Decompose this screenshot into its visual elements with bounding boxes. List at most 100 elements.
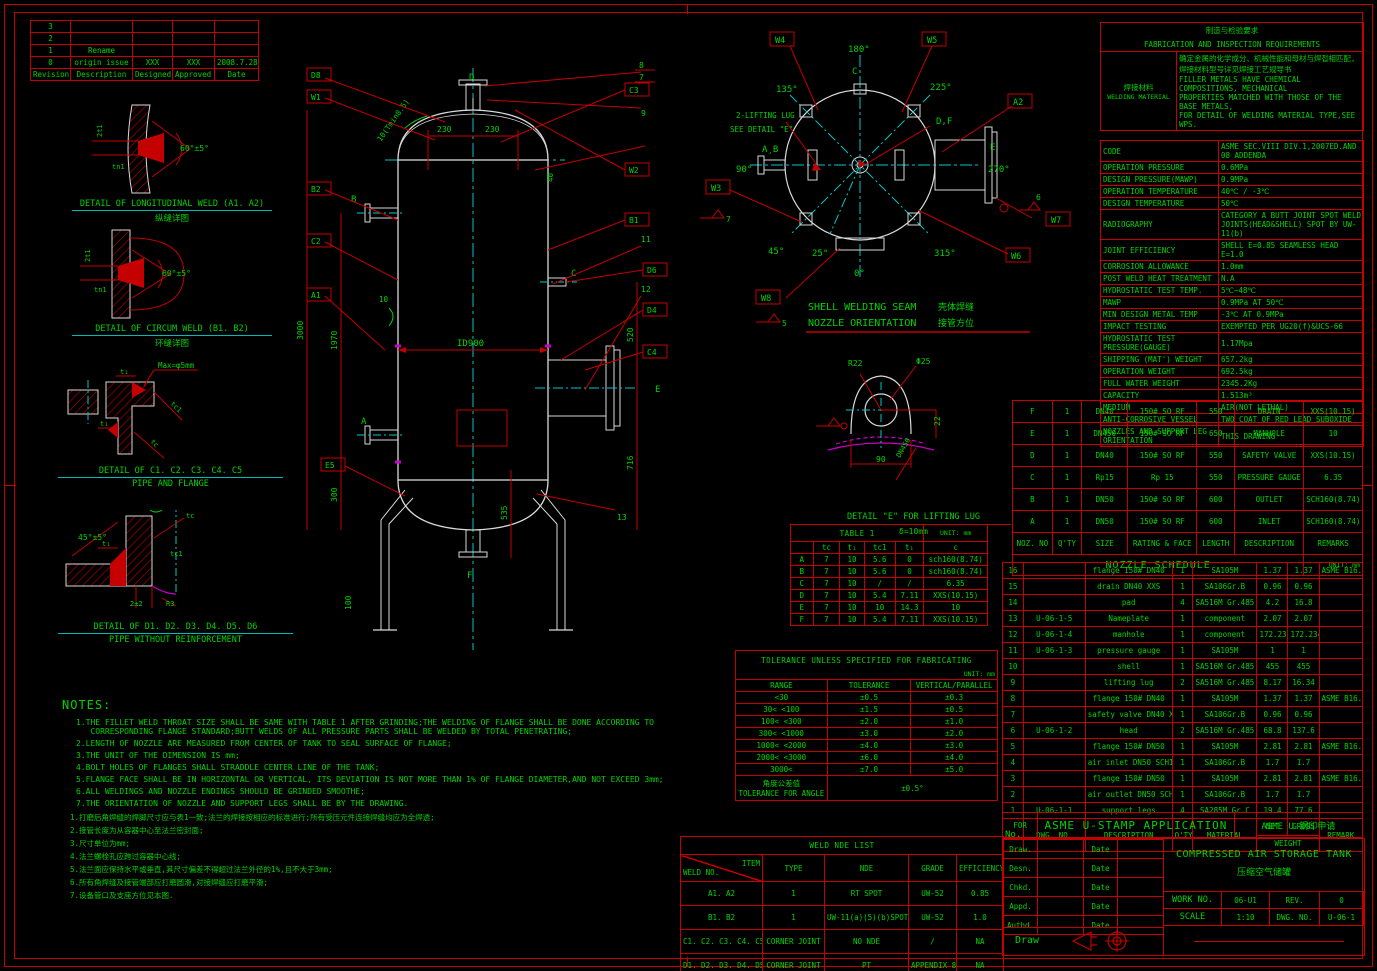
table-cell: 1 bbox=[1257, 643, 1288, 659]
table-cell bbox=[1023, 563, 1085, 579]
table-cell: B1. B2 bbox=[681, 906, 763, 930]
table-cell: drain DN40 XXS bbox=[1085, 579, 1172, 595]
table-cell bbox=[1319, 675, 1362, 691]
box-label: W1 bbox=[311, 93, 321, 102]
angle-45: 45° bbox=[768, 247, 784, 257]
table-cell: 0.9MPa AT 50℃ bbox=[1219, 297, 1364, 309]
table-cell: safety valve DN40 XXS bbox=[1085, 707, 1172, 723]
table-cell: 150# SO RF bbox=[1128, 445, 1197, 467]
table-cell: INLET bbox=[1235, 511, 1304, 533]
angle-25: 25° bbox=[812, 249, 828, 259]
detail-longitudinal-weld-figure: 60°±5° 2t1 tn1 bbox=[72, 103, 272, 195]
rev-label: REV. bbox=[1270, 892, 1320, 909]
table-cell bbox=[791, 542, 814, 554]
table-cell: 30< <100 bbox=[736, 704, 828, 716]
table-cell: 10 bbox=[840, 614, 865, 626]
title-block-footer bbox=[1163, 926, 1363, 956]
dim-535: 535 bbox=[500, 505, 509, 520]
hole-dia-label: Φ25 bbox=[916, 357, 931, 366]
pos-df: D,F bbox=[936, 117, 952, 127]
table-cell: 1.37 bbox=[1288, 563, 1319, 579]
sign-empty-cell bbox=[1038, 859, 1084, 878]
table-cell: XXX bbox=[173, 57, 215, 69]
frame-tick bbox=[4, 485, 16, 486]
sign-empty-cell bbox=[1038, 840, 1084, 859]
table-cell: 10 bbox=[840, 590, 865, 602]
table-cell: C1. C2. C3. C4. C5 bbox=[681, 930, 763, 954]
table-cell: MIN DESIGN METAL TEMP bbox=[1101, 309, 1219, 321]
table-cell bbox=[133, 21, 173, 33]
table-cell: U-06-1-4 bbox=[1023, 627, 1085, 643]
table-cell: EXEMPTED PER UG20(f)&UCS-66 bbox=[1219, 321, 1364, 333]
table-cell: Rp 15 bbox=[1128, 467, 1197, 489]
table-cell: DESCRIPTION bbox=[1235, 533, 1304, 555]
table-cell: 7 bbox=[813, 578, 840, 590]
table-cell: Rename bbox=[71, 45, 133, 57]
radius-label: R3 bbox=[166, 600, 174, 608]
body-cn-1: 确定金属的化学成分、机械性能和母材与焊접相匹配, bbox=[1179, 53, 1361, 64]
table-cell: flange 150# DN40 bbox=[1085, 691, 1172, 707]
table-cell: 1.0 bbox=[957, 906, 1004, 930]
table-cell: 2.07 bbox=[1257, 611, 1288, 627]
notes-chinese: 1.打磨后角焊缝的焊脚尺寸应与表1一致;法兰的焊接按相应的标准进行;所有受压元件… bbox=[62, 812, 702, 901]
rev-value: 0 bbox=[1320, 892, 1364, 909]
balloon: 12 bbox=[641, 285, 651, 294]
table-cell: 14 bbox=[1003, 595, 1024, 611]
tolerance-unit: UNIT: mm bbox=[736, 669, 998, 680]
cad-drawing-sheet: 321Rename0origin issueXXXXXX2008.7.28Rev… bbox=[0, 0, 1377, 971]
table-cell: head bbox=[1085, 723, 1172, 739]
pos-c: C bbox=[852, 67, 857, 77]
table-cell: NO NDE bbox=[825, 930, 909, 954]
table-cell: 1 bbox=[763, 882, 825, 906]
note-item: 7.THE ORIENTATION OF NOZZLE AND SUPPORT … bbox=[76, 799, 702, 808]
note-item: 1.THE FILLET WELD THROAT SIZE SHALL BE S… bbox=[76, 718, 702, 736]
note-item: 5.FLANGE FACE SHALL BE IN HORIZONTAL OR … bbox=[76, 775, 702, 784]
weld-nde-list: WELD NDE LIST ITEM WELD NO. TYPE NDE GRA… bbox=[680, 836, 1003, 971]
table-cell: flange 150# DN50 bbox=[1085, 739, 1172, 755]
table-cell: pressure gauge bbox=[1085, 643, 1172, 659]
table-cell: E bbox=[791, 602, 814, 614]
table-cell: SA516M Gr.485 bbox=[1193, 675, 1257, 691]
table-cell: t₁ bbox=[895, 542, 924, 554]
dim-label: t₁ bbox=[100, 420, 108, 428]
detail-title: DETAIL OF D1. D2. D3. D4. D5. D6 bbox=[58, 622, 293, 634]
table-cell: DESIGN PRESSURE(MAWP) bbox=[1101, 174, 1219, 186]
table-cell: U-06-1-5 bbox=[1023, 611, 1085, 627]
box-label: D6 bbox=[647, 266, 657, 275]
table-cell: VERTICAL/PARALLEL bbox=[911, 680, 998, 692]
table-cell: 9 bbox=[1003, 675, 1024, 691]
vessel-front-view: ID900 230 230 D 10(Tmin8.5) 40 10 3000 1… bbox=[285, 50, 685, 680]
lug-note-2: SEE DETAIL "E" bbox=[730, 125, 793, 134]
table-cell: 1.7 bbox=[1288, 787, 1319, 803]
table-cell: OPERATION PRESSURE bbox=[1101, 162, 1219, 174]
table-cell: 3 bbox=[1003, 771, 1024, 787]
table-cell bbox=[1023, 675, 1085, 691]
table-cell: 2 bbox=[1172, 723, 1193, 739]
table-cell: 1 bbox=[1172, 755, 1193, 771]
table-cell: 300< <1000 bbox=[736, 728, 828, 740]
box-label: W4 bbox=[775, 36, 785, 46]
table-cell: 7 bbox=[813, 602, 840, 614]
dim-label: tn1 bbox=[112, 163, 125, 171]
sign-cell: Date bbox=[1084, 859, 1118, 878]
table-cell: 10 bbox=[1304, 423, 1363, 445]
work-no-value: 06-U1 bbox=[1222, 892, 1270, 909]
detail-title-sub: PIPE AND FLANGE bbox=[58, 478, 283, 489]
table-cell: ±4.0 bbox=[827, 740, 911, 752]
detail-title: DETAIL OF CIRCUM WELD (B1. B2) bbox=[72, 324, 272, 336]
note-item: 4.法兰螺栓孔应跨过容器中心线; bbox=[70, 851, 702, 862]
table-cell: U-06-1-2 bbox=[1023, 723, 1085, 739]
table-cell: 40℃ / -3℃ bbox=[1219, 186, 1364, 198]
sign-empty-cell bbox=[1118, 840, 1164, 859]
dim-230-left: 230 bbox=[437, 125, 452, 134]
note-item: 1.打磨后角焊缝的焊脚尺寸应与表1一致;法兰的焊接按相应的标准进行;所有受压元件… bbox=[70, 812, 702, 823]
balloon: 8 bbox=[639, 61, 644, 70]
table-cell: N.A bbox=[1219, 273, 1364, 285]
radius-label: R22 bbox=[848, 359, 863, 368]
work-no-label: WORK NO. bbox=[1164, 892, 1222, 909]
projection-row: Draw bbox=[1003, 927, 1163, 955]
box-label: C4 bbox=[647, 348, 657, 357]
table-cell bbox=[71, 21, 133, 33]
table-cell: SA105M bbox=[1193, 643, 1257, 659]
detail-pipe-flange-figure: Max=φ5mm t₁ tc1 tc t₁ bbox=[58, 362, 283, 462]
